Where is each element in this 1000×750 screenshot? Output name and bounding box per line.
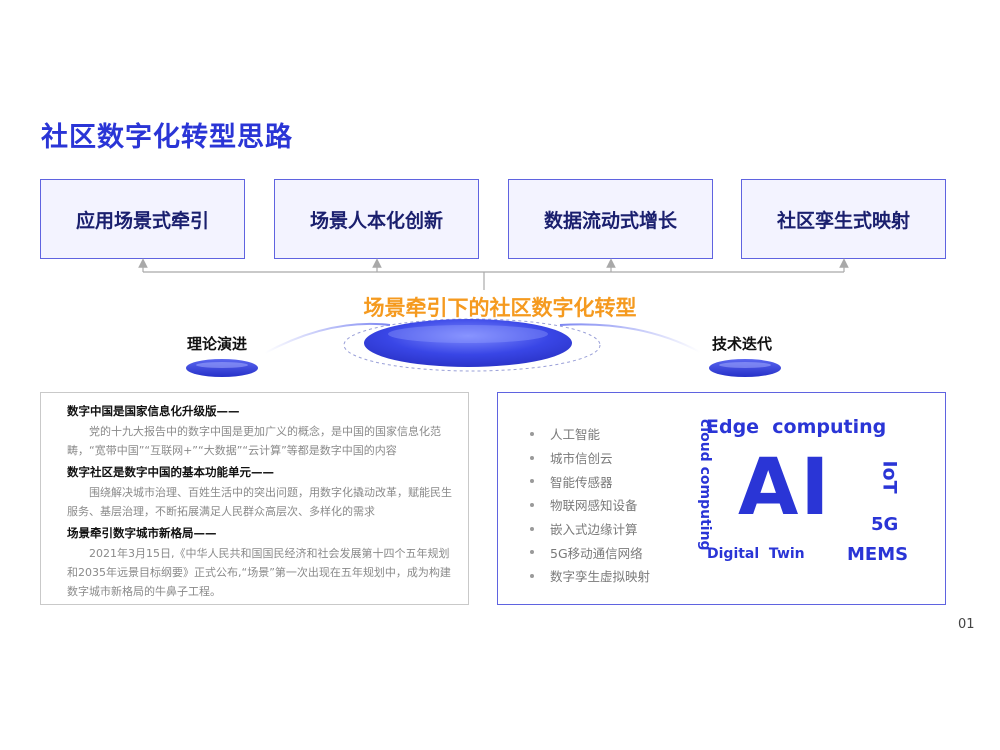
center-title: 场景牵引下的社区数字化转型 — [363, 296, 637, 320]
bullet-icon — [530, 502, 534, 507]
connector-lines — [138, 258, 849, 290]
word-iot: IoT — [878, 460, 901, 494]
bullet-icon — [530, 479, 534, 484]
section-heading: 数字中国是国家信息化升级版—— — [67, 404, 240, 418]
bullet-icon — [530, 455, 534, 460]
section-heading: 数字社区是数字中国的基本功能单元—— — [67, 465, 274, 479]
page-number: 01 — [958, 617, 975, 632]
list-item: 城市信创云 — [530, 446, 650, 470]
word-ai: AI — [738, 443, 832, 533]
word-mems: MEMS — [847, 544, 909, 565]
bullet-icon — [530, 431, 534, 436]
word-cloud-computing: cloud computing — [697, 419, 713, 551]
section-text: 围绕解决城市治理、百姓生活中的突出问题，用数字化撬动改革，赋能民生服务、基层治理… — [67, 486, 452, 518]
tech-iteration-label: 技术迭代 — [712, 335, 773, 353]
bullet-icon — [530, 550, 534, 555]
list-item: 嵌入式边缘计算 — [530, 517, 650, 541]
word-digital-twin: Digital Twin — [707, 546, 805, 562]
tech-list: 人工智能 城市信创云 智能传感器 物联网感知设备 嵌入式边缘计算 5G移动通信网… — [530, 422, 650, 588]
connector-diagram — [138, 258, 849, 377]
list-item: 智能传感器 — [530, 469, 650, 493]
section-heading: 场景牵引数字城市新格局—— — [67, 526, 217, 540]
list-item: 物联网感知设备 — [530, 493, 650, 517]
bullet-icon — [530, 573, 534, 578]
section-text: 2021年3月15日,《中华人民共和国国民经济和社会发展第十四个五年规划和203… — [67, 547, 451, 598]
theory-evolution-label: 理论演进 — [187, 335, 248, 353]
list-item: 5G移动通信网络 — [530, 540, 650, 564]
section-text: 党的十九大报告中的数字中国是更加广义的概念，是中国的国家信息化范畴，“宽带中国”… — [67, 425, 441, 457]
word-5g: 5G — [871, 514, 899, 535]
bullet-icon — [530, 526, 534, 531]
list-item: 数字孪生虚拟映射 — [530, 564, 650, 588]
theory-panel: 数字中国是国家信息化升级版—— 党的十九大报告中的数字中国是更加广义的概念，是中… — [40, 392, 469, 605]
word-edge-computing: Edge computing — [706, 416, 887, 438]
right-arc — [559, 323, 701, 353]
list-item: 人工智能 — [530, 422, 650, 446]
